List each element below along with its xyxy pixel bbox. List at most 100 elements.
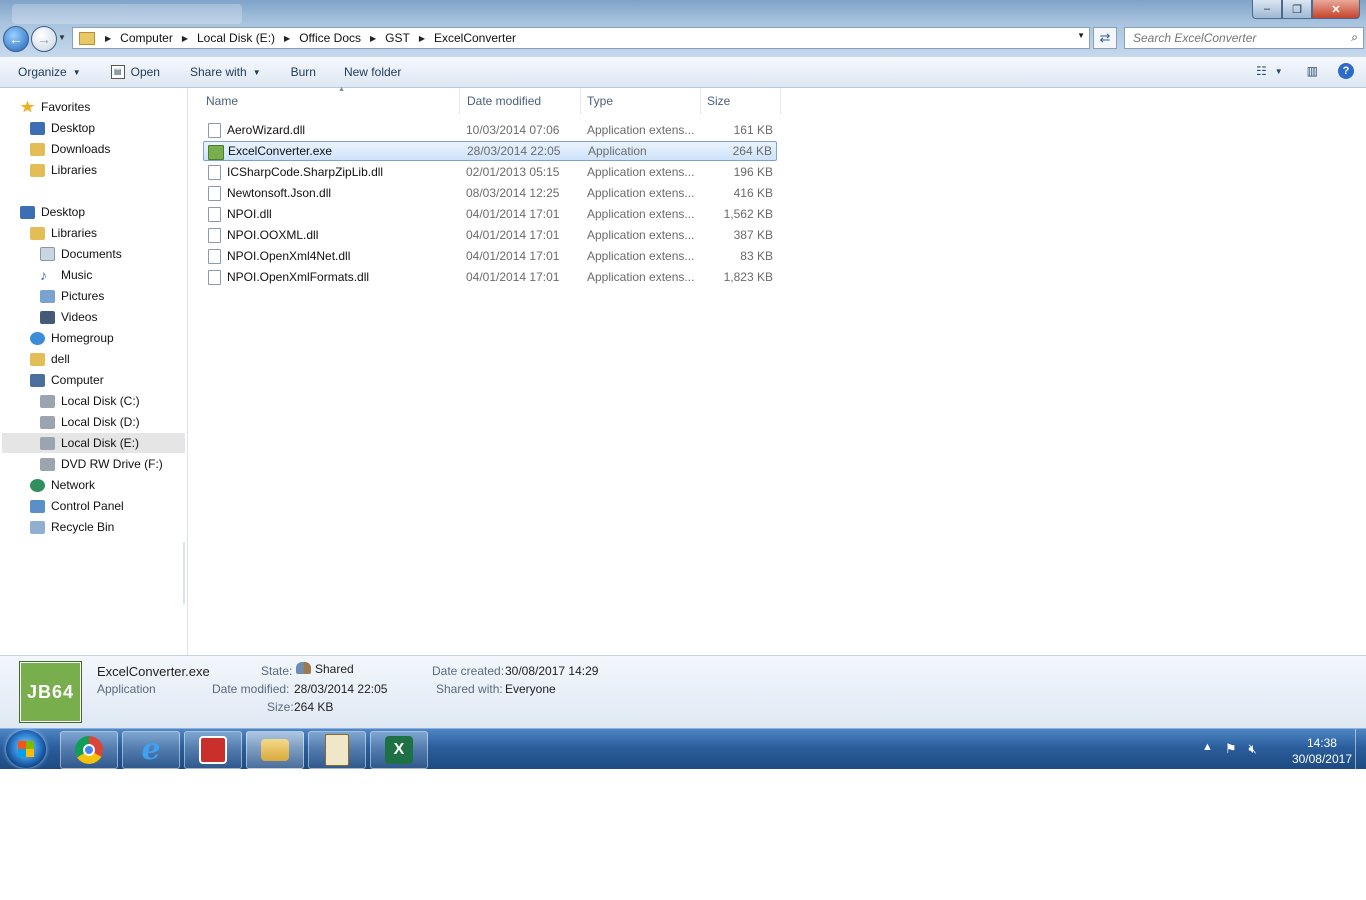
action-center-flag-icon[interactable]: ⚑: [1225, 741, 1237, 757]
address-dropdown-icon[interactable]: ▼: [1077, 31, 1085, 40]
nav-item-desktop-root[interactable]: Desktop: [20, 202, 85, 222]
help-icon[interactable]: ?: [1338, 63, 1354, 79]
nav-item-desktop[interactable]: Desktop: [30, 118, 95, 138]
show-hidden-icons-icon[interactable]: ▲: [1202, 741, 1213, 757]
table-row[interactable]: NPOI.OpenXml4Net.dll 04/01/2014 17:01 Ap…: [203, 246, 777, 266]
nav-item-dvd-drive[interactable]: DVD RW Drive (F:): [40, 454, 163, 474]
nav-item-local-disk-c[interactable]: Local Disk (C:): [40, 391, 140, 411]
refresh-button[interactable]: ⇄: [1093, 27, 1117, 49]
file-date: 04/01/2014 17:01: [466, 249, 560, 263]
nav-item-videos[interactable]: Videos: [40, 307, 97, 327]
chevron-right-icon[interactable]: ▶: [105, 34, 111, 43]
downloads-folder-icon: [30, 142, 45, 156]
search-icon[interactable]: ⌕: [1351, 30, 1358, 45]
breadcrumb-item-office-docs[interactable]: Office Docs: [299, 31, 361, 45]
preview-pane-icon[interactable]: ▥: [1307, 64, 1318, 78]
chevron-right-icon[interactable]: ▶: [284, 34, 290, 43]
share-with-menu-button[interactable]: Share with ▼: [190, 65, 261, 79]
recent-pages-dropdown[interactable]: ▼: [58, 33, 66, 42]
breadcrumb-item-gst[interactable]: GST: [385, 31, 410, 45]
burn-button[interactable]: Burn: [291, 65, 316, 79]
column-header-size[interactable]: Size: [701, 88, 781, 114]
address-bar[interactable]: ▶ Computer ▶ Local Disk (E:) ▶ Office Do…: [72, 27, 1090, 49]
nav-item-libraries-fav[interactable]: Libraries: [30, 160, 97, 180]
table-row[interactable]: AeroWizard.dll 10/03/2014 07:06 Applicat…: [203, 120, 777, 140]
show-desktop-button[interactable]: [1355, 729, 1366, 769]
nav-item-libraries[interactable]: Libraries: [30, 223, 97, 243]
burn-label: Burn: [290, 65, 316, 79]
taskbar-excel[interactable]: X: [370, 731, 428, 769]
taskbar-pdf-reader[interactable]: [184, 731, 242, 769]
search-box[interactable]: ⌕: [1124, 27, 1364, 49]
file-date: 04/01/2014 17:01: [466, 228, 560, 242]
taskbar-internet-explorer[interactable]: e: [122, 731, 180, 769]
table-row[interactable]: NPOI.OpenXmlFormats.dll 04/01/2014 17:01…: [203, 267, 777, 287]
breadcrumb-item-excelconverter[interactable]: ExcelConverter: [434, 31, 516, 45]
organize-menu-button[interactable]: Organize ▼: [18, 65, 81, 79]
nav-item-music[interactable]: ♪ Music: [40, 265, 92, 285]
column-header-name[interactable]: Name ▲: [200, 86, 460, 114]
nav-item-favorites[interactable]: Favorites: [20, 97, 90, 117]
nav-item-local-disk-e[interactable]: Local Disk (E:): [2, 433, 185, 453]
excel-icon: X: [385, 736, 413, 764]
taskbar-windows-explorer[interactable]: [246, 731, 304, 769]
chevron-right-icon[interactable]: ▶: [370, 34, 376, 43]
nav-label: Local Disk (E:): [61, 436, 140, 450]
details-created-label: Date created:: [432, 664, 505, 678]
nav-item-homegroup[interactable]: Homegroup: [30, 328, 114, 348]
system-tray: ▲ ⚑ 🔇︎: [1202, 741, 1269, 757]
search-input[interactable]: [1131, 28, 1335, 48]
breadcrumb-item-computer[interactable]: Computer: [120, 31, 173, 45]
internet-explorer-icon: e: [141, 732, 161, 767]
chevron-right-icon[interactable]: ▶: [182, 34, 188, 43]
volume-muted-icon[interactable]: 🔇︎: [1249, 741, 1257, 757]
nav-item-computer[interactable]: Computer: [30, 370, 104, 390]
refresh-icon: ⇄: [1099, 30, 1111, 45]
file-type: Application extens...: [587, 228, 695, 242]
pdf-reader-icon: [199, 736, 227, 764]
close-button[interactable]: ✕: [1312, 0, 1360, 19]
column-header-type[interactable]: Type: [581, 88, 701, 114]
file-name: NPOI.OpenXml4Net.dll: [227, 249, 351, 263]
view-dropdown-icon[interactable]: ▼: [1275, 67, 1283, 76]
back-button[interactable]: ←: [3, 26, 29, 52]
change-view-icon[interactable]: ☷: [1256, 64, 1267, 78]
nav-item-network[interactable]: Network: [30, 475, 95, 495]
file-name: ICSharpCode.SharpZipLib.dll: [227, 165, 384, 179]
nav-item-recycle-bin[interactable]: Recycle Bin: [30, 517, 114, 537]
nav-item-control-panel[interactable]: Control Panel: [30, 496, 124, 516]
open-button[interactable]: ▤ Open: [110, 65, 160, 79]
drive-icon: [40, 394, 55, 408]
homegroup-icon: [30, 331, 45, 345]
nav-item-local-disk-d[interactable]: Local Disk (D:): [40, 412, 140, 432]
details-created-value: 30/08/2017 14:29: [505, 664, 599, 678]
details-shared-label: Shared with:: [436, 682, 503, 696]
recycle-bin-icon: [30, 520, 45, 534]
table-row-selected[interactable]: ExcelConverter.exe 28/03/2014 22:05 Appl…: [203, 141, 777, 161]
table-row[interactable]: Newtonsoft.Json.dll 08/03/2014 12:25 App…: [203, 183, 777, 203]
chevron-right-icon[interactable]: ▶: [419, 34, 425, 43]
minimize-button[interactable]: –: [1252, 0, 1282, 19]
clock[interactable]: 14:38 30/08/2017: [1292, 735, 1352, 767]
nav-item-dell[interactable]: dell: [30, 349, 70, 369]
maximize-button[interactable]: ❐: [1282, 0, 1312, 19]
new-folder-button[interactable]: New folder: [344, 65, 401, 79]
table-row[interactable]: ICSharpCode.SharpZipLib.dll 02/01/2013 0…: [203, 162, 777, 182]
nav-label: Computer: [51, 373, 104, 387]
column-header-date[interactable]: Date modified: [461, 88, 581, 114]
pictures-icon: [40, 289, 55, 303]
file-name: Newtonsoft.Json.dll: [227, 186, 332, 200]
nav-item-documents[interactable]: Documents: [40, 244, 122, 264]
forward-button[interactable]: →: [31, 26, 57, 52]
breadcrumb-item-local-disk-e[interactable]: Local Disk (E:): [197, 31, 275, 45]
table-row[interactable]: NPOI.OOXML.dll 04/01/2014 17:01 Applicat…: [203, 225, 777, 245]
details-file-type: Application: [97, 682, 156, 696]
organize-label: Organize: [18, 65, 67, 79]
taskbar-chrome[interactable]: [60, 731, 118, 769]
nav-item-pictures[interactable]: Pictures: [40, 286, 104, 306]
taskbar-tally-erp[interactable]: [308, 731, 366, 769]
start-button[interactable]: [6, 730, 46, 768]
table-row[interactable]: NPOI.dll 04/01/2014 17:01 Application ex…: [203, 204, 777, 224]
nav-scrollbar[interactable]: [183, 542, 185, 604]
nav-item-downloads[interactable]: Downloads: [30, 139, 110, 159]
